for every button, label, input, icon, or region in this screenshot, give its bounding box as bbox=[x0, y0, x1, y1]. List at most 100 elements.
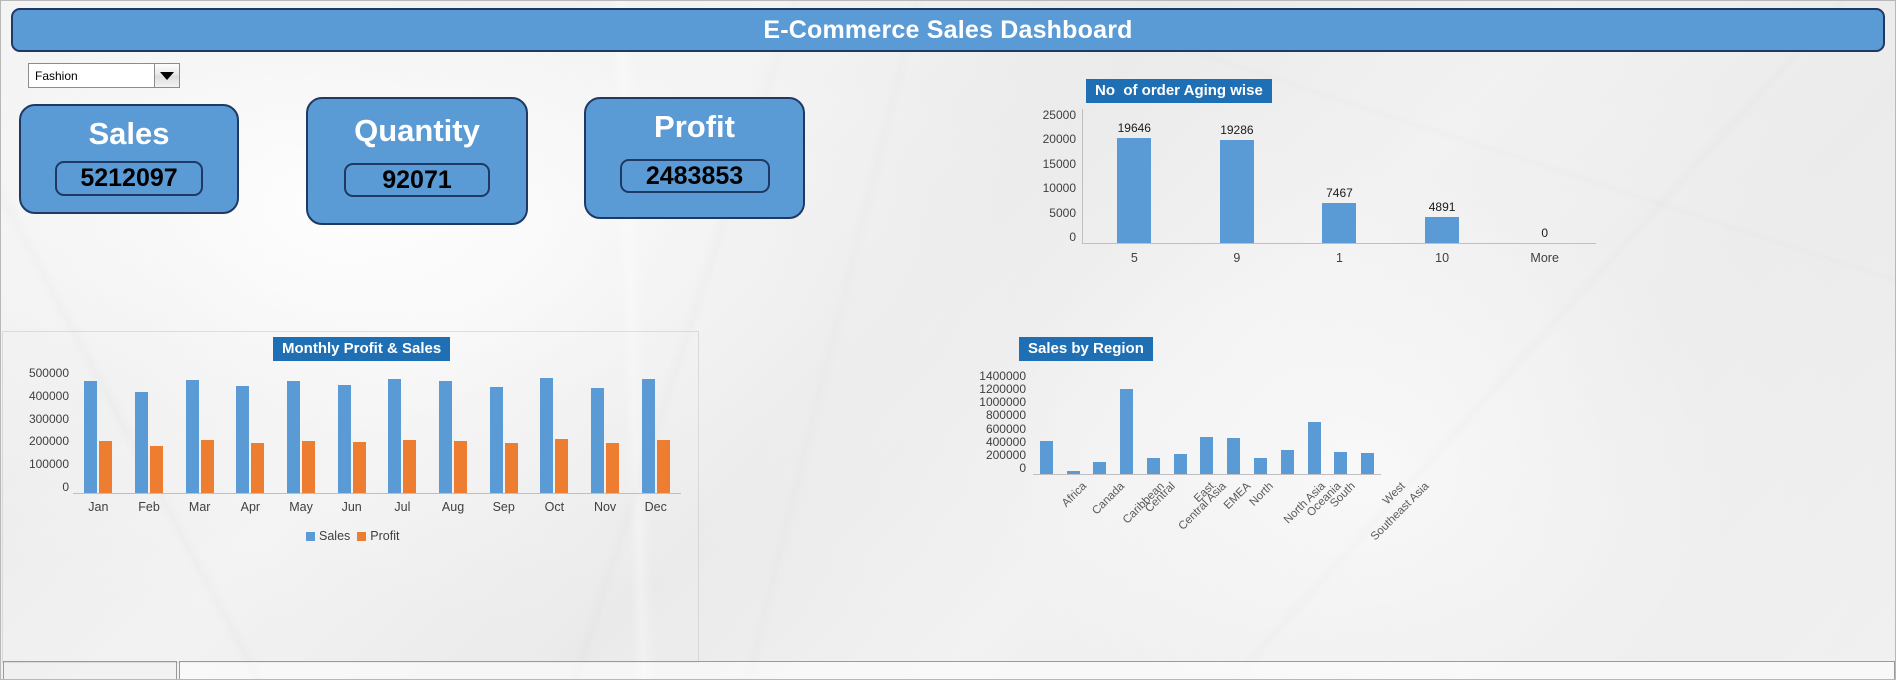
bar-group bbox=[1060, 370, 1087, 474]
bar-profit bbox=[504, 443, 518, 493]
y-tick-label: 600000 bbox=[985, 421, 1026, 436]
y-tick-label: 800000 bbox=[985, 408, 1026, 423]
x-tick-label: Jan bbox=[88, 500, 109, 514]
bar bbox=[1146, 458, 1160, 474]
bar-data-label: 4891 bbox=[1428, 199, 1456, 214]
x-tick-label: 1 bbox=[1336, 251, 1343, 265]
bar-group bbox=[1301, 370, 1328, 474]
chart-panel-sales-by-region: Sales by Region 1400000 1200000 1000000 800… bbox=[751, 331, 1451, 671]
x-axis-labels-monthly: Jan Feb Mar Apr May Jun Jul Aug Sep Oct Nov Dec bbox=[73, 501, 681, 514]
category-filter-value: Fashion bbox=[35, 68, 78, 83]
worksheet-tab[interactable] bbox=[179, 661, 1895, 679]
bar-sales bbox=[540, 378, 554, 493]
y-tick-label: 400000 bbox=[985, 434, 1026, 449]
x-tick-label: Mar bbox=[188, 500, 211, 514]
bar-sales bbox=[439, 380, 453, 493]
chart-title-order-aging: No of order Aging wise bbox=[1086, 79, 1272, 104]
bar bbox=[1361, 453, 1375, 474]
bar-sales bbox=[641, 379, 655, 493]
x-tick-label: Feb bbox=[138, 500, 160, 514]
bar-group bbox=[1247, 370, 1274, 474]
x-tick-label: North bbox=[1247, 480, 1276, 509]
legend-item-profit: Profit bbox=[357, 529, 399, 543]
dropdown-toggle-button[interactable] bbox=[154, 64, 179, 87]
bar-group bbox=[630, 367, 681, 493]
x-tick-label: Canada bbox=[1090, 480, 1128, 518]
page-title: E-Commerce Sales Dashboard bbox=[763, 15, 1133, 44]
legend-swatch bbox=[306, 531, 315, 541]
bar-group bbox=[428, 367, 479, 493]
chevron-down-icon bbox=[160, 71, 174, 80]
worksheet-tab[interactable] bbox=[3, 661, 177, 679]
chart-legend-monthly: Sales Profit bbox=[306, 529, 399, 543]
y-tick-label: 20000 bbox=[1042, 132, 1076, 147]
x-tick-label: Jun bbox=[341, 500, 362, 514]
bar-profit bbox=[200, 440, 214, 493]
bar-group bbox=[1140, 370, 1167, 474]
y-tick-label: 0 bbox=[1019, 460, 1026, 475]
dashboard-title-banner: E-Commerce Sales Dashboard bbox=[11, 8, 1885, 52]
bar bbox=[1066, 470, 1080, 474]
bar-group bbox=[174, 367, 225, 493]
bar bbox=[1334, 452, 1348, 474]
y-tick-label: 1400000 bbox=[979, 369, 1026, 383]
x-tick-label: 5 bbox=[1130, 251, 1138, 265]
y-tick-label: 100000 bbox=[28, 457, 69, 472]
category-filter-dropdown[interactable]: Fashion bbox=[28, 63, 180, 88]
kpi-value-profit: 2483853 bbox=[645, 161, 744, 190]
bar-group: 0 bbox=[1493, 109, 1596, 243]
bar bbox=[1219, 139, 1254, 243]
x-axis-line-order-aging bbox=[1082, 243, 1596, 244]
y-tick-label: 1200000 bbox=[979, 382, 1026, 397]
bar-profit bbox=[656, 440, 670, 493]
bars-sales-by-region bbox=[1033, 370, 1381, 474]
x-tick-label: Apr bbox=[240, 500, 261, 514]
bar bbox=[1200, 436, 1214, 474]
bar-profit bbox=[454, 441, 468, 493]
legend-swatch bbox=[357, 531, 367, 541]
bar-group: 7467 bbox=[1288, 109, 1391, 243]
kpi-card-sales: Sales 5212097 bbox=[19, 104, 239, 214]
bar-sales bbox=[185, 379, 199, 493]
kpi-value-box-profit: 2483853 bbox=[619, 159, 770, 193]
bars-order-aging: 19646 19286 7467 4891 0 bbox=[1083, 109, 1596, 243]
bar-group bbox=[529, 367, 580, 493]
chart-panel-monthly-profit-sales: Monthly Profit & Sales 500000 400000 30000… bbox=[1, 331, 701, 671]
bar-group bbox=[1274, 370, 1301, 474]
bar-group bbox=[478, 367, 529, 493]
bar-group bbox=[1194, 370, 1221, 474]
bar-group bbox=[1033, 370, 1060, 474]
bar-data-label: 7467 bbox=[1326, 185, 1353, 200]
bar-group bbox=[73, 367, 124, 493]
bar bbox=[1425, 216, 1460, 243]
bar-group bbox=[326, 367, 377, 493]
worksheet-tab-bar[interactable] bbox=[1, 661, 1895, 679]
kpi-card-profit: Profit 2483853 bbox=[584, 97, 805, 219]
bar-group: 19286 bbox=[1186, 109, 1289, 243]
bar-group bbox=[1327, 370, 1354, 474]
x-tick-label: May bbox=[289, 500, 313, 514]
bar bbox=[1093, 462, 1107, 474]
kpi-value-box-quantity: 92071 bbox=[344, 163, 490, 197]
bar-sales bbox=[591, 387, 605, 493]
legend-item-sales: Sales bbox=[306, 529, 350, 543]
bar-group bbox=[1354, 370, 1381, 474]
bar-group bbox=[580, 367, 631, 493]
kpi-value-sales: 5212097 bbox=[80, 164, 178, 192]
y-tick-label: 200000 bbox=[28, 434, 69, 449]
y-tick-label: 1000000 bbox=[979, 395, 1026, 410]
bar-profit bbox=[403, 440, 417, 493]
bar-group bbox=[124, 367, 175, 493]
chart-title-monthly-profit-sales: Monthly Profit & Sales bbox=[273, 337, 451, 362]
y-tick-label: 5000 bbox=[1049, 205, 1076, 220]
x-axis-labels-order-aging: 5 9 1 10 More bbox=[1083, 252, 1596, 265]
x-tick-label: Oct bbox=[544, 500, 565, 514]
y-tick-label: 500000 bbox=[28, 366, 69, 380]
kpi-label-quantity: Quantity bbox=[354, 113, 480, 148]
bar bbox=[1280, 450, 1294, 474]
bar-sales bbox=[489, 387, 503, 493]
kpi-value-quantity: 92071 bbox=[382, 165, 452, 194]
chart-title-sales-by-region: Sales by Region bbox=[1019, 337, 1153, 362]
y-axis-labels-order-aging: 25000 20000 15000 10000 5000 0 bbox=[1006, 109, 1076, 243]
bar-data-label: 19286 bbox=[1220, 122, 1254, 137]
